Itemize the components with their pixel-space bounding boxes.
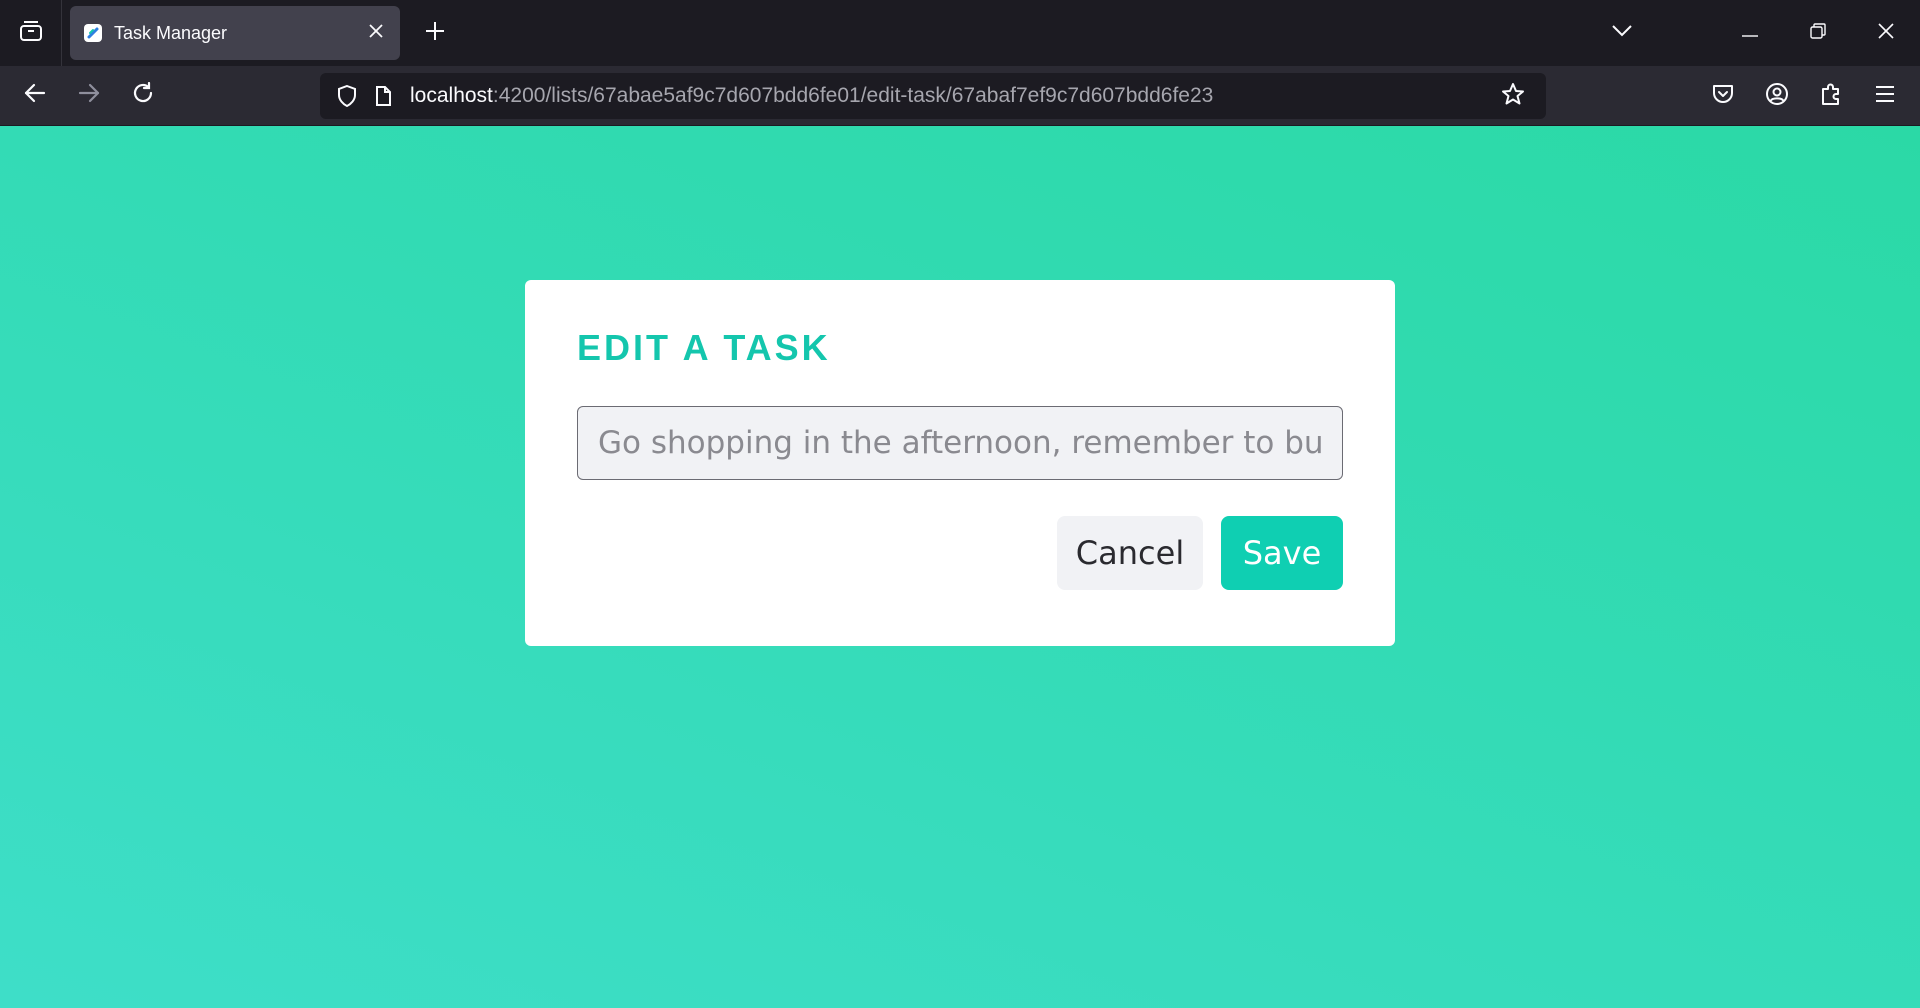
app-favicon-icon bbox=[84, 24, 102, 42]
tab-overview-button[interactable] bbox=[0, 0, 62, 66]
plus-icon bbox=[425, 21, 445, 46]
window-controls bbox=[1588, 0, 1920, 66]
list-all-tabs-button[interactable] bbox=[1588, 0, 1656, 66]
bookmark-star-button[interactable] bbox=[1498, 81, 1528, 111]
puzzle-icon bbox=[1820, 82, 1842, 111]
extensions-button[interactable] bbox=[1804, 69, 1858, 123]
reload-icon bbox=[132, 81, 154, 109]
pocket-button[interactable] bbox=[1696, 69, 1750, 123]
forward-button[interactable] bbox=[62, 69, 116, 123]
back-button[interactable] bbox=[8, 69, 62, 123]
modal-actions: Cancel Save bbox=[577, 516, 1343, 590]
task-title-input[interactable] bbox=[577, 406, 1343, 480]
pocket-icon bbox=[1712, 84, 1734, 109]
close-icon bbox=[1878, 22, 1894, 44]
restore-icon bbox=[1810, 22, 1826, 44]
star-icon bbox=[1501, 82, 1525, 111]
close-tab-button[interactable] bbox=[366, 23, 386, 43]
reload-button[interactable] bbox=[116, 69, 170, 123]
modal-title: EDIT A TASK bbox=[577, 327, 831, 368]
chevron-down-icon bbox=[1612, 24, 1632, 42]
save-button[interactable]: Save bbox=[1221, 516, 1343, 590]
arrow-left-icon bbox=[24, 83, 46, 108]
tab-strip: Task Manager bbox=[0, 0, 1920, 66]
url-host: localhost bbox=[410, 84, 493, 107]
url-bar[interactable]: localhost:4200/lists/67abae5af9c7d607bdd… bbox=[320, 73, 1546, 119]
close-icon bbox=[369, 23, 383, 43]
cancel-button[interactable]: Cancel bbox=[1057, 516, 1203, 590]
minimize-button[interactable] bbox=[1716, 0, 1784, 66]
edit-task-modal: EDIT A TASK Cancel Save bbox=[525, 280, 1395, 646]
tab-overview-icon bbox=[19, 20, 43, 47]
toolbar-right bbox=[1696, 69, 1912, 123]
navigation-toolbar: localhost:4200/lists/67abae5af9c7d607bdd… bbox=[0, 66, 1920, 126]
browser-window: Task Manager localhost:4200/lists/67abae… bbox=[0, 0, 1920, 1008]
url-text[interactable]: localhost:4200/lists/67abae5af9c7d607bdd… bbox=[410, 84, 1498, 108]
tab-task-manager[interactable]: Task Manager bbox=[70, 6, 400, 60]
minimize-icon bbox=[1742, 24, 1758, 42]
app-menu-button[interactable] bbox=[1858, 69, 1912, 123]
close-window-button[interactable] bbox=[1852, 0, 1920, 66]
account-button[interactable] bbox=[1750, 69, 1804, 123]
account-icon bbox=[1765, 82, 1789, 111]
restore-button[interactable] bbox=[1784, 0, 1852, 66]
page-icon[interactable] bbox=[368, 81, 398, 111]
shield-icon[interactable] bbox=[332, 81, 362, 111]
url-path: :4200/lists/67abae5af9c7d607bdd6fe01/edi… bbox=[492, 84, 1214, 107]
tab-title: Task Manager bbox=[114, 22, 228, 43]
new-tab-button[interactable] bbox=[408, 6, 462, 60]
page-background: EDIT A TASK Cancel Save bbox=[0, 126, 1920, 1008]
hamburger-menu-icon bbox=[1875, 85, 1895, 108]
arrow-right-icon bbox=[78, 83, 100, 108]
